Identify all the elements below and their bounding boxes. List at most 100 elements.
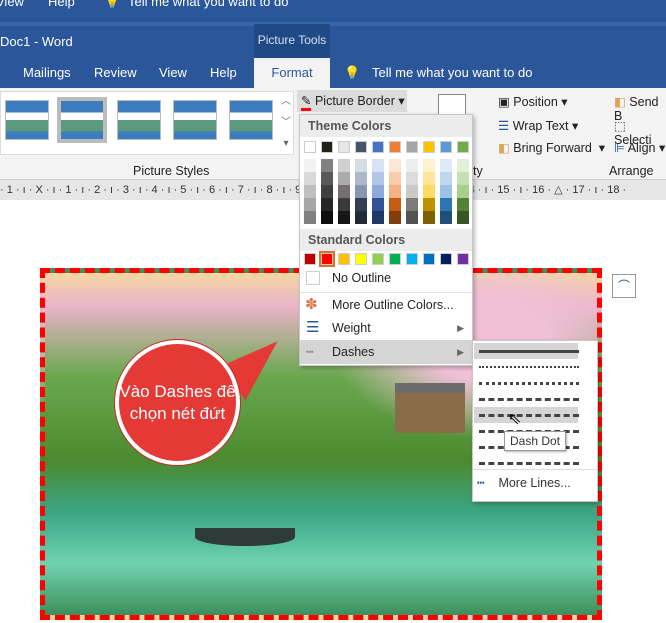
weight-item[interactable]: ☰ Weight ▶ [300,316,472,340]
style-thumb[interactable] [173,100,217,140]
theme-shade-swatch[interactable] [440,185,452,198]
theme-color-swatch[interactable] [423,141,435,153]
standard-color-swatch[interactable] [304,253,316,265]
theme-shade-swatch[interactable] [304,159,316,172]
theme-shade-swatch[interactable] [406,185,418,198]
theme-shade-swatch[interactable] [372,211,384,224]
standard-color-swatch[interactable] [319,251,335,267]
standard-color-swatch[interactable] [338,253,350,265]
theme-shade-swatch[interactable] [372,172,384,185]
theme-color-swatch[interactable] [440,141,452,153]
tab-format[interactable]: Format [254,58,330,88]
tab-help[interactable]: Help [48,0,75,9]
position-button[interactable]: ▣ Position ▾ [498,94,568,109]
theme-shade-swatch[interactable] [406,159,418,172]
theme-color-swatch[interactable] [372,141,384,153]
theme-shade-swatch[interactable] [423,185,435,198]
theme-shade-swatch[interactable] [355,198,367,211]
dash-style-solid[interactable] [479,350,579,353]
theme-shade-swatch[interactable] [440,198,452,211]
theme-shade-swatch[interactable] [355,172,367,185]
dash-style-square-dot[interactable] [479,382,579,385]
theme-shade-swatch[interactable] [304,172,316,185]
theme-shade-swatch[interactable] [338,198,350,211]
theme-shade-swatch[interactable] [440,159,452,172]
wrap-text-button[interactable]: ☰ Wrap Text ▾ [498,118,578,133]
theme-shade-swatch[interactable] [338,172,350,185]
theme-shade-swatch[interactable] [389,159,401,172]
dash-style-long-dash-dot-dot[interactable] [479,462,579,465]
theme-shade-swatch[interactable] [355,159,367,172]
theme-shade-swatch[interactable] [304,185,316,198]
theme-shade-swatch[interactable] [304,198,316,211]
style-thumb[interactable] [117,100,161,140]
theme-shade-swatch[interactable] [321,211,333,224]
theme-color-swatch[interactable] [457,141,469,153]
theme-shade-swatch[interactable] [423,172,435,185]
theme-shade-swatch[interactable] [457,185,469,198]
theme-shade-swatch[interactable] [372,198,384,211]
tab-mailings[interactable]: Mailings [23,58,71,88]
theme-shade-swatch[interactable] [457,211,469,224]
standard-color-swatch[interactable] [457,253,469,265]
theme-shade-swatch[interactable] [321,198,333,211]
theme-shade-swatch[interactable] [389,185,401,198]
picture-border-button[interactable]: ✎ Picture Border ▾ [297,90,407,112]
theme-shade-swatch[interactable] [440,172,452,185]
theme-color-swatch[interactable] [338,141,350,153]
theme-color-swatch[interactable] [304,141,316,153]
theme-shade-swatch[interactable] [457,172,469,185]
theme-shade-swatch[interactable] [389,172,401,185]
tab-view[interactable]: View [0,0,24,9]
standard-color-swatch[interactable] [355,253,367,265]
tab-help[interactable]: Help [210,58,237,88]
dashes-item[interactable]: ┅ Dashes ▶ [300,340,472,364]
dash-style-round-dot[interactable] [479,366,579,368]
theme-shade-swatch[interactable] [355,185,367,198]
theme-color-swatch[interactable] [355,141,367,153]
theme-shade-swatch[interactable] [406,198,418,211]
bring-forward-button[interactable]: ◧ Bring Forward ▾ [498,140,605,155]
theme-shade-swatch[interactable] [423,211,435,224]
tell-me-top[interactable]: Tell me what you want to do [128,0,288,9]
tab-review[interactable]: Review [94,58,137,88]
gallery-scroll[interactable]: ︿ ﹀ ▾ [278,91,294,155]
theme-shade-swatch[interactable] [423,159,435,172]
theme-shade-swatch[interactable] [321,159,333,172]
style-thumb[interactable] [5,100,49,140]
theme-shade-swatch[interactable] [423,198,435,211]
theme-shade-swatch[interactable] [440,211,452,224]
standard-color-swatch[interactable] [440,253,452,265]
theme-color-swatch[interactable] [389,141,401,153]
no-outline-item[interactable]: No Outline [300,266,472,290]
tell-me-input[interactable]: Tell me what you want to do [372,58,532,88]
style-thumb[interactable] [57,97,107,143]
theme-shade-swatch[interactable] [321,172,333,185]
standard-color-swatch[interactable] [423,253,435,265]
theme-color-swatch[interactable] [406,141,418,153]
theme-shade-swatch[interactable] [406,211,418,224]
dash-style-dash[interactable] [479,398,579,401]
theme-shade-swatch[interactable] [304,211,316,224]
tab-view[interactable]: View [159,58,187,88]
more-outline-colors-item[interactable]: ✽ More Outline Colors... [300,292,472,316]
standard-color-swatch[interactable] [372,253,384,265]
style-thumb[interactable] [229,100,273,140]
standard-color-swatch[interactable] [406,253,418,265]
theme-shade-swatch[interactable] [389,198,401,211]
theme-shade-swatch[interactable] [389,211,401,224]
theme-shade-swatch[interactable] [457,159,469,172]
align-button[interactable]: ⊫ Align ▾ [614,140,665,155]
theme-shade-swatch[interactable] [321,185,333,198]
theme-color-swatch[interactable] [321,141,333,153]
more-lines-item[interactable]: ┅ More Lines... [477,475,595,490]
dash-style-dash-dot[interactable] [479,414,579,417]
theme-shade-swatch[interactable] [457,198,469,211]
layout-options-icon[interactable]: ⌒ [612,274,636,298]
theme-shade-swatch[interactable] [355,211,367,224]
theme-shade-swatch[interactable] [372,185,384,198]
theme-shade-swatch[interactable] [338,159,350,172]
standard-color-swatch[interactable] [389,253,401,265]
theme-shade-swatch[interactable] [372,159,384,172]
theme-shade-swatch[interactable] [406,172,418,185]
